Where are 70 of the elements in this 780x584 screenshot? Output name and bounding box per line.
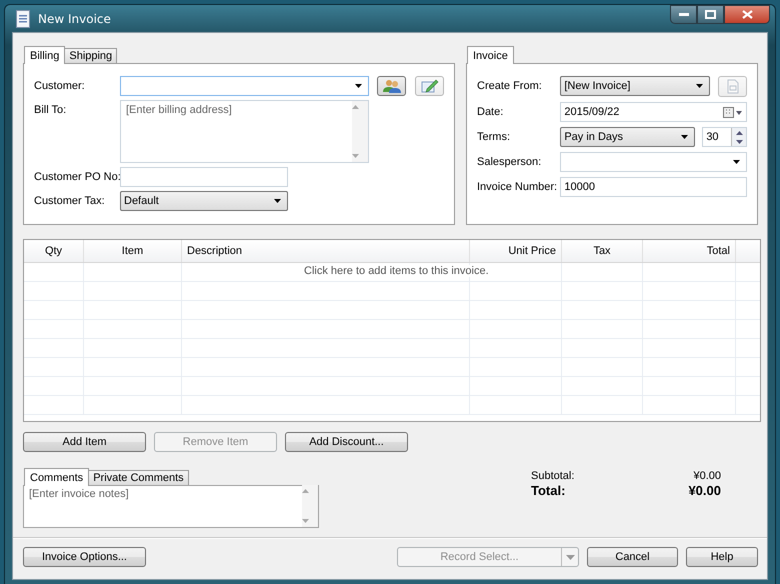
field-label: Salesperson: bbox=[477, 155, 542, 170]
column-header[interactable]: Qty bbox=[24, 240, 84, 262]
dropdown-arrow-icon bbox=[681, 135, 688, 139]
tab[interactable]: Invoice bbox=[467, 46, 514, 64]
field-label: Customer: bbox=[34, 79, 86, 94]
column-header[interactable]: Description bbox=[182, 240, 470, 262]
maximize-icon bbox=[705, 10, 716, 19]
scrollbar[interactable] bbox=[352, 101, 368, 162]
dropdown-arrow-icon bbox=[274, 199, 281, 203]
table-hint[interactable]: Click here to add items to this invoice. bbox=[303, 265, 490, 277]
address-field[interactable]: [Enter billing address] bbox=[120, 100, 369, 163]
scrollbar[interactable] bbox=[302, 485, 318, 527]
field-label: Date: bbox=[477, 105, 504, 120]
invoice-options-button[interactable]: Invoice Options... bbox=[23, 547, 146, 567]
field-label: Customer PO No: bbox=[34, 170, 120, 185]
dropdown-arrow-icon bbox=[561, 548, 578, 566]
tab[interactable]: Private Comments bbox=[88, 470, 189, 485]
help-button[interactable]: Help bbox=[686, 547, 758, 567]
edit-button[interactable] bbox=[415, 76, 444, 96]
close-button[interactable] bbox=[724, 5, 770, 24]
tab[interactable]: Comments bbox=[24, 468, 90, 486]
field-label: Terms: bbox=[477, 130, 511, 145]
cancel-button[interactable]: Cancel bbox=[587, 547, 678, 567]
scroll-down-icon[interactable] bbox=[302, 519, 309, 523]
minimize-button[interactable] bbox=[670, 5, 697, 24]
scroll-up-icon[interactable] bbox=[352, 105, 359, 109]
column-header[interactable]: Tax bbox=[562, 240, 643, 262]
maximize-button[interactable] bbox=[697, 5, 724, 24]
tab[interactable]: Shipping bbox=[64, 48, 118, 63]
column-header[interactable]: Item bbox=[84, 240, 182, 262]
dropdown-arrow-icon bbox=[733, 160, 740, 164]
people-icon bbox=[382, 79, 400, 93]
spinner-arrows-icon[interactable] bbox=[731, 128, 746, 146]
days-spinner[interactable]: 30 bbox=[702, 127, 747, 147]
field-label: Invoice Number: bbox=[477, 180, 558, 195]
dropdown-arrow-icon bbox=[355, 84, 362, 88]
scroll-down-icon[interactable] bbox=[352, 154, 359, 158]
table-action-button[interactable]: Add Discount... bbox=[285, 432, 408, 452]
items-table[interactable]: Qty Item Description Unit Price Tax Total Click here to add items to this invoice. bbox=[23, 239, 761, 422]
invoice-number-field[interactable]: 10000 bbox=[560, 177, 747, 197]
dropdown-arrow-icon bbox=[696, 84, 704, 88]
tab[interactable]: Billing bbox=[24, 46, 66, 64]
calendar-icon bbox=[723, 106, 743, 118]
total-label: Total: bbox=[531, 483, 566, 498]
document-button[interactable] bbox=[718, 76, 747, 97]
notes-field[interactable]: [Enter invoice notes] bbox=[23, 485, 319, 528]
scroll-up-icon[interactable] bbox=[302, 489, 309, 493]
minimize-icon bbox=[678, 12, 688, 16]
pencil-icon bbox=[420, 79, 438, 93]
document-icon bbox=[16, 10, 30, 28]
field-label: Customer Tax: bbox=[34, 194, 106, 209]
table-action-button[interactable]: Add Item bbox=[23, 432, 146, 452]
total-value: ¥0.00 bbox=[693, 470, 721, 483]
customer-combo[interactable] bbox=[120, 76, 369, 96]
field-label: Create From: bbox=[477, 79, 543, 94]
window-title: New Invoice bbox=[38, 12, 111, 26]
terms-dropdown[interactable]: Pay in Days bbox=[560, 127, 696, 147]
column-header[interactable]: Unit Price bbox=[470, 240, 562, 262]
template-dropdown[interactable]: [New Invoice] bbox=[560, 76, 710, 96]
total-value: ¥0.00 bbox=[688, 483, 721, 498]
date-picker[interactable]: 2015/09/22 bbox=[560, 102, 747, 122]
column-header[interactable]: Total bbox=[643, 240, 736, 262]
total-label: Subtotal: bbox=[531, 470, 574, 483]
contacts-button[interactable] bbox=[377, 76, 406, 96]
input-field[interactable] bbox=[120, 167, 288, 187]
field-label: Bill To: bbox=[34, 103, 68, 118]
tax-dropdown[interactable]: Default bbox=[120, 191, 288, 211]
salesperson-combo[interactable] bbox=[560, 152, 747, 172]
document-icon bbox=[726, 79, 739, 94]
close-icon bbox=[742, 10, 752, 19]
